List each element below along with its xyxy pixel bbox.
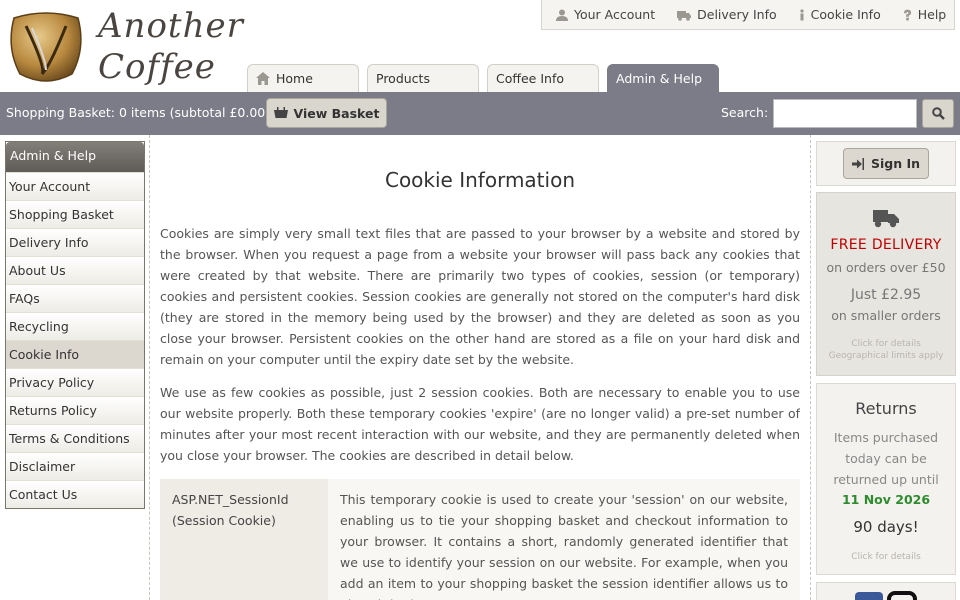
sidebar-item-your-account[interactable]: Your Account (6, 172, 144, 200)
sidebar-nav: Admin & Help Your Account Shopping Baske… (5, 141, 145, 509)
coffee-cup-logo-icon[interactable] (6, 8, 86, 84)
right-column-divider (810, 135, 811, 600)
tab-label: Coffee Info (496, 71, 564, 86)
instagram-icon[interactable] (887, 591, 917, 600)
sidebar-item-disclaimer[interactable]: Disclaimer (6, 452, 144, 480)
search-input[interactable] (773, 99, 917, 128)
basket-summary: Shopping Basket: 0 items (subtotal £0.00… (6, 105, 271, 120)
info-icon (800, 8, 804, 20)
sign-in-icon (851, 157, 864, 170)
cookie-name: ASP.NET_SessionId (172, 492, 289, 507)
sidebar-item-recycling[interactable]: Recycling (6, 312, 144, 340)
main-content: Cookie Information Cookies are simply ve… (160, 135, 800, 600)
sign-in-label: Sign In (870, 156, 921, 171)
signin-panel: Sign In (816, 141, 956, 186)
intro-paragraph: Cookies are simply very small text files… (160, 226, 800, 367)
truck-icon (873, 210, 899, 228)
sidebar-item-shopping-basket[interactable]: Shopping Basket (6, 200, 144, 228)
user-icon (556, 9, 568, 21)
page-title: Cookie Information (384, 168, 575, 192)
returns-click-details: Click for details (851, 552, 921, 562)
delivery-click-details: Click for details (851, 339, 921, 349)
left-column-divider (149, 135, 150, 600)
returns-line-1: Items purchased (833, 430, 939, 445)
cookie-table: ASP.NET_SessionId (Session Cookie) This … (160, 479, 800, 600)
delivery-geo-limits: Geographical limits apply (828, 351, 944, 361)
view-basket-label: View Basket (293, 105, 380, 121)
tab-label: Products (376, 71, 430, 86)
search-button[interactable] (922, 99, 954, 128)
tab-admin-help[interactable]: Admin & Help (607, 64, 719, 92)
utility-link-label: Your Account (574, 7, 656, 22)
sidebar-item-delivery-info[interactable]: Delivery Info (6, 228, 144, 256)
search-icon (931, 107, 945, 120)
utility-link-cookie-info[interactable]: Cookie Info (799, 7, 881, 22)
returns-promo[interactable]: Returns Items purchased today can be ret… (816, 383, 956, 575)
social-links (816, 582, 956, 600)
facebook-icon[interactable] (855, 592, 883, 600)
utility-link-label: Help (917, 7, 947, 22)
sidebar-item-contact-us[interactable]: Contact Us (6, 480, 144, 508)
logo-line-1: Another (98, 6, 244, 46)
truck-icon (677, 10, 692, 21)
usage-paragraph: We use as few cookies as possible, just … (160, 385, 800, 463)
returns-heading: Returns (855, 399, 917, 418)
tab-label: Home (276, 71, 313, 86)
basket-icon (273, 106, 288, 118)
sidebar-item-terms-conditions[interactable]: Terms & Conditions (6, 424, 144, 452)
delivery-price: Just £2.95 (850, 287, 922, 303)
free-delivery-condition: on orders over £50 (826, 260, 946, 275)
sidebar-item-returns-policy[interactable]: Returns Policy (6, 396, 144, 424)
site-header: Another Coffee Your Account Delivery Inf… (0, 0, 960, 92)
utility-link-label: Cookie Info (810, 7, 881, 22)
tab-home[interactable]: Home (247, 64, 359, 92)
question-icon (903, 9, 911, 20)
sidebar-heading: Admin & Help (6, 142, 144, 172)
home-icon (256, 72, 270, 85)
search-label: Search: (721, 105, 769, 120)
sidebar-item-privacy-policy[interactable]: Privacy Policy (6, 368, 144, 396)
basket-search-bar: Shopping Basket: 0 items (subtotal £0.00… (0, 92, 960, 135)
utility-link-label: Delivery Info (697, 7, 777, 22)
cookie-description: This temporary cookie is used to create … (340, 492, 788, 600)
returns-date: 11 Nov 2026 (841, 492, 931, 507)
main-tabs: Home Products Coffee Info Admin & Help (247, 64, 719, 92)
tab-label: Admin & Help (616, 71, 703, 86)
returns-line-2: today can be (845, 451, 927, 466)
utility-nav: Your Account Delivery Info Cookie Info H… (541, 0, 955, 30)
sidebar-item-faqs[interactable]: FAQs (6, 284, 144, 312)
utility-link-delivery-info[interactable]: Delivery Info (677, 7, 777, 22)
utility-link-your-account[interactable]: Your Account (556, 7, 655, 22)
utility-link-help[interactable]: Help (903, 7, 947, 22)
sign-in-button[interactable]: Sign In (843, 148, 929, 179)
cookie-type: (Session Cookie) (172, 513, 276, 528)
delivery-price-condition: on smaller orders (831, 308, 941, 323)
cookie-name-cell: ASP.NET_SessionId (Session Cookie) (160, 479, 328, 600)
delivery-promo[interactable]: FREE DELIVERY on orders over £50 Just £2… (816, 192, 956, 376)
sidebar-item-cookie-info[interactable]: Cookie Info (6, 340, 144, 368)
free-delivery-heading: FREE DELIVERY (830, 237, 942, 253)
tab-coffee-info[interactable]: Coffee Info (487, 64, 599, 92)
returns-days: 90 days! (853, 518, 919, 536)
logo-line-2: Coffee (98, 47, 216, 87)
sidebar-item-about-us[interactable]: About Us (6, 256, 144, 284)
returns-line-3: returned up until (833, 472, 939, 487)
view-basket-button[interactable]: View Basket (266, 98, 387, 128)
tab-products[interactable]: Products (367, 64, 479, 92)
logo-wordmark[interactable]: Another Coffee (98, 6, 244, 88)
